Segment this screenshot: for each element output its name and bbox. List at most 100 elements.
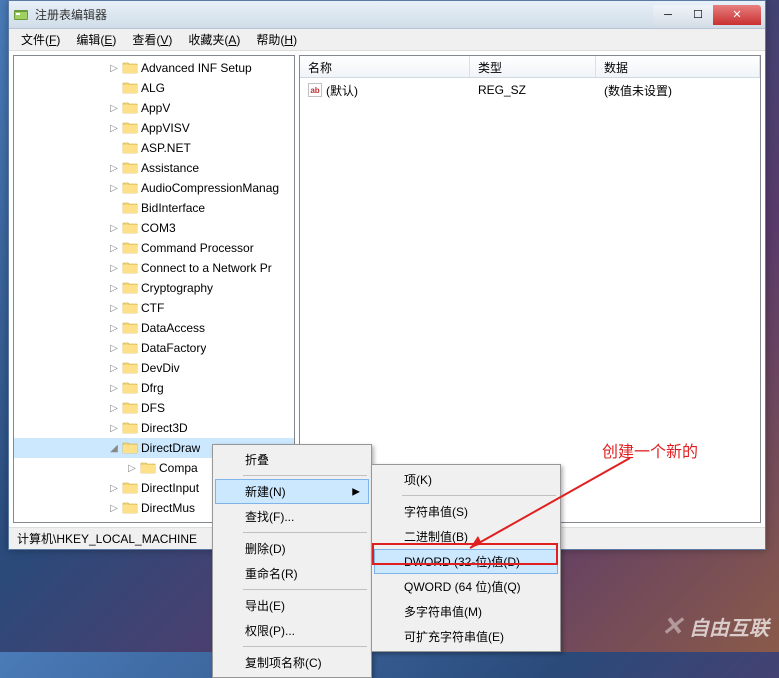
tree-expander-icon[interactable]: ▷	[106, 420, 122, 436]
tree-expander-icon[interactable]: ▷	[106, 380, 122, 396]
tree-item[interactable]: ▷Command Processor	[14, 238, 294, 258]
tree-expander-icon[interactable]: ▷	[106, 400, 122, 416]
folder-icon	[122, 180, 138, 196]
tree-item[interactable]: ▷AudioCompressionManag	[14, 178, 294, 198]
tree-item[interactable]: ▷DevDiv	[14, 358, 294, 378]
separator	[402, 495, 556, 496]
tree-label: Dfrg	[141, 381, 164, 395]
tree-item[interactable]: ▷ Assistance	[14, 158, 294, 178]
cm-find[interactable]: 查找(F)...	[215, 504, 369, 529]
folder-icon	[122, 320, 138, 336]
watermark: ✕ 自由互联	[661, 611, 769, 642]
cm-delete[interactable]: 删除(D)	[215, 536, 369, 561]
tree-expander-icon[interactable]: ▷	[106, 480, 122, 496]
cm-new[interactable]: 新建(N) ▶	[215, 479, 369, 504]
tree-item[interactable]: ▷Advanced INF Setup	[14, 58, 294, 78]
col-type[interactable]: 类型	[470, 56, 596, 77]
cm-permissions[interactable]: 权限(P)...	[215, 618, 369, 643]
tree-expander-icon[interactable]: ▷	[106, 360, 122, 376]
tree-label: ALG	[141, 81, 165, 95]
tree-item[interactable]: ▷ Dfrg	[14, 378, 294, 398]
tree-expander-icon[interactable]: ▷	[106, 340, 122, 356]
tree-item[interactable]: ALG	[14, 78, 294, 98]
status-path: 计算机\HKEY_LOCAL_MACHINE	[17, 530, 197, 547]
cm-new-string[interactable]: 字符串值(S)	[374, 499, 558, 524]
folder-icon	[122, 500, 138, 516]
cm-copy-key[interactable]: 复制项名称(C)	[215, 650, 369, 675]
list-header: 名称 类型 数据	[300, 56, 760, 78]
tree-item[interactable]: ▷ AppVISV	[14, 118, 294, 138]
cm-new-expand[interactable]: 可扩充字符串值(E)	[374, 624, 558, 649]
tree-item[interactable]: ▷DFS	[14, 398, 294, 418]
tree-item[interactable]: ▷Cryptography	[14, 278, 294, 298]
tree-item[interactable]: ▷Direct3D	[14, 418, 294, 438]
tree-expander-icon[interactable]: ▷	[106, 300, 122, 316]
tree-expander-icon[interactable]: ◢	[106, 440, 122, 456]
minimize-button[interactable]: ─	[653, 5, 683, 25]
folder-icon	[122, 200, 138, 216]
app-icon	[13, 7, 29, 23]
menu-view[interactable]: 查看(V)	[124, 29, 180, 50]
cm-new-dword[interactable]: DWORD (32-位)值(D)	[374, 549, 558, 574]
tree-item[interactable]: ▷ CTF	[14, 298, 294, 318]
tree-expander-icon[interactable]	[106, 80, 122, 96]
folder-icon	[140, 460, 156, 476]
tree-expander-icon[interactable]	[106, 200, 122, 216]
cm-new-qword[interactable]: QWORD (64 位)值(Q)	[374, 574, 558, 599]
tree-expander-icon[interactable]: ▷	[124, 460, 140, 476]
maximize-button[interactable]: ☐	[683, 5, 713, 25]
titlebar[interactable]: 注册表编辑器 ─ ☐ ✕	[9, 1, 765, 29]
tree-label: BidInterface	[141, 201, 205, 215]
col-data[interactable]: 数据	[596, 56, 760, 77]
menu-file[interactable]: 文件(F)	[13, 29, 68, 50]
cm-export[interactable]: 导出(E)	[215, 593, 369, 618]
folder-icon	[122, 340, 138, 356]
close-button[interactable]: ✕	[713, 5, 761, 25]
cm-collapse[interactable]: 折叠	[215, 447, 369, 472]
tree-expander-icon[interactable]: ▷	[106, 280, 122, 296]
folder-icon	[122, 480, 138, 496]
folder-icon	[122, 300, 138, 316]
tree-item[interactable]: BidInterface	[14, 198, 294, 218]
tree-expander-icon[interactable]: ▷	[106, 180, 122, 196]
string-value-icon	[308, 83, 322, 97]
folder-icon	[122, 360, 138, 376]
folder-icon	[122, 440, 138, 456]
value-name: (默认)	[326, 82, 358, 99]
tree-expander-icon[interactable]: ▷	[106, 260, 122, 276]
window-title: 注册表编辑器	[35, 6, 653, 23]
tree-expander-icon[interactable]: ▷	[106, 320, 122, 336]
tree-item[interactable]: ASP.NET	[14, 138, 294, 158]
tree-label: CTF	[141, 301, 164, 315]
menubar: 文件(F) 编辑(E) 查看(V) 收藏夹(A) 帮助(H)	[9, 29, 765, 51]
tree-expander-icon[interactable]: ▷	[106, 120, 122, 136]
cm-rename[interactable]: 重命名(R)	[215, 561, 369, 586]
tree-item[interactable]: ▷Connect to a Network Pr	[14, 258, 294, 278]
list-row[interactable]: (默认) REG_SZ (数值未设置)	[300, 80, 760, 100]
tree-item[interactable]: ▷DataFactory	[14, 338, 294, 358]
tree-label: AppVISV	[141, 121, 190, 135]
tree-item[interactable]: ▷AppV	[14, 98, 294, 118]
tree-item[interactable]: ▷DataAccess	[14, 318, 294, 338]
tree-item[interactable]: ▷COM3	[14, 218, 294, 238]
tree-expander-icon[interactable]: ▷	[106, 100, 122, 116]
tree-expander-icon[interactable]: ▷	[106, 220, 122, 236]
cm-new-key[interactable]: 项(K)	[374, 467, 558, 492]
tree-expander-icon[interactable]: ▷	[106, 160, 122, 176]
col-name[interactable]: 名称	[300, 56, 470, 77]
tree-label: Assistance	[141, 161, 199, 175]
folder-icon	[122, 400, 138, 416]
folder-icon	[122, 60, 138, 76]
menu-edit[interactable]: 编辑(E)	[68, 29, 124, 50]
tree-expander-icon[interactable]	[106, 140, 122, 156]
tree-expander-icon[interactable]: ▷	[106, 60, 122, 76]
tree-expander-icon[interactable]: ▷	[106, 240, 122, 256]
menu-help[interactable]: 帮助(H)	[248, 29, 305, 50]
cm-new-binary[interactable]: 二进制值(B)	[374, 524, 558, 549]
context-menu: 折叠 新建(N) ▶ 查找(F)... 删除(D) 重命名(R) 导出(E) 权…	[212, 444, 372, 678]
cm-new-multi[interactable]: 多字符串值(M)	[374, 599, 558, 624]
separator	[243, 475, 367, 476]
tree-expander-icon[interactable]: ▷	[106, 500, 122, 516]
tree-label: DirectDraw	[141, 441, 200, 455]
menu-favorites[interactable]: 收藏夹(A)	[180, 29, 248, 50]
